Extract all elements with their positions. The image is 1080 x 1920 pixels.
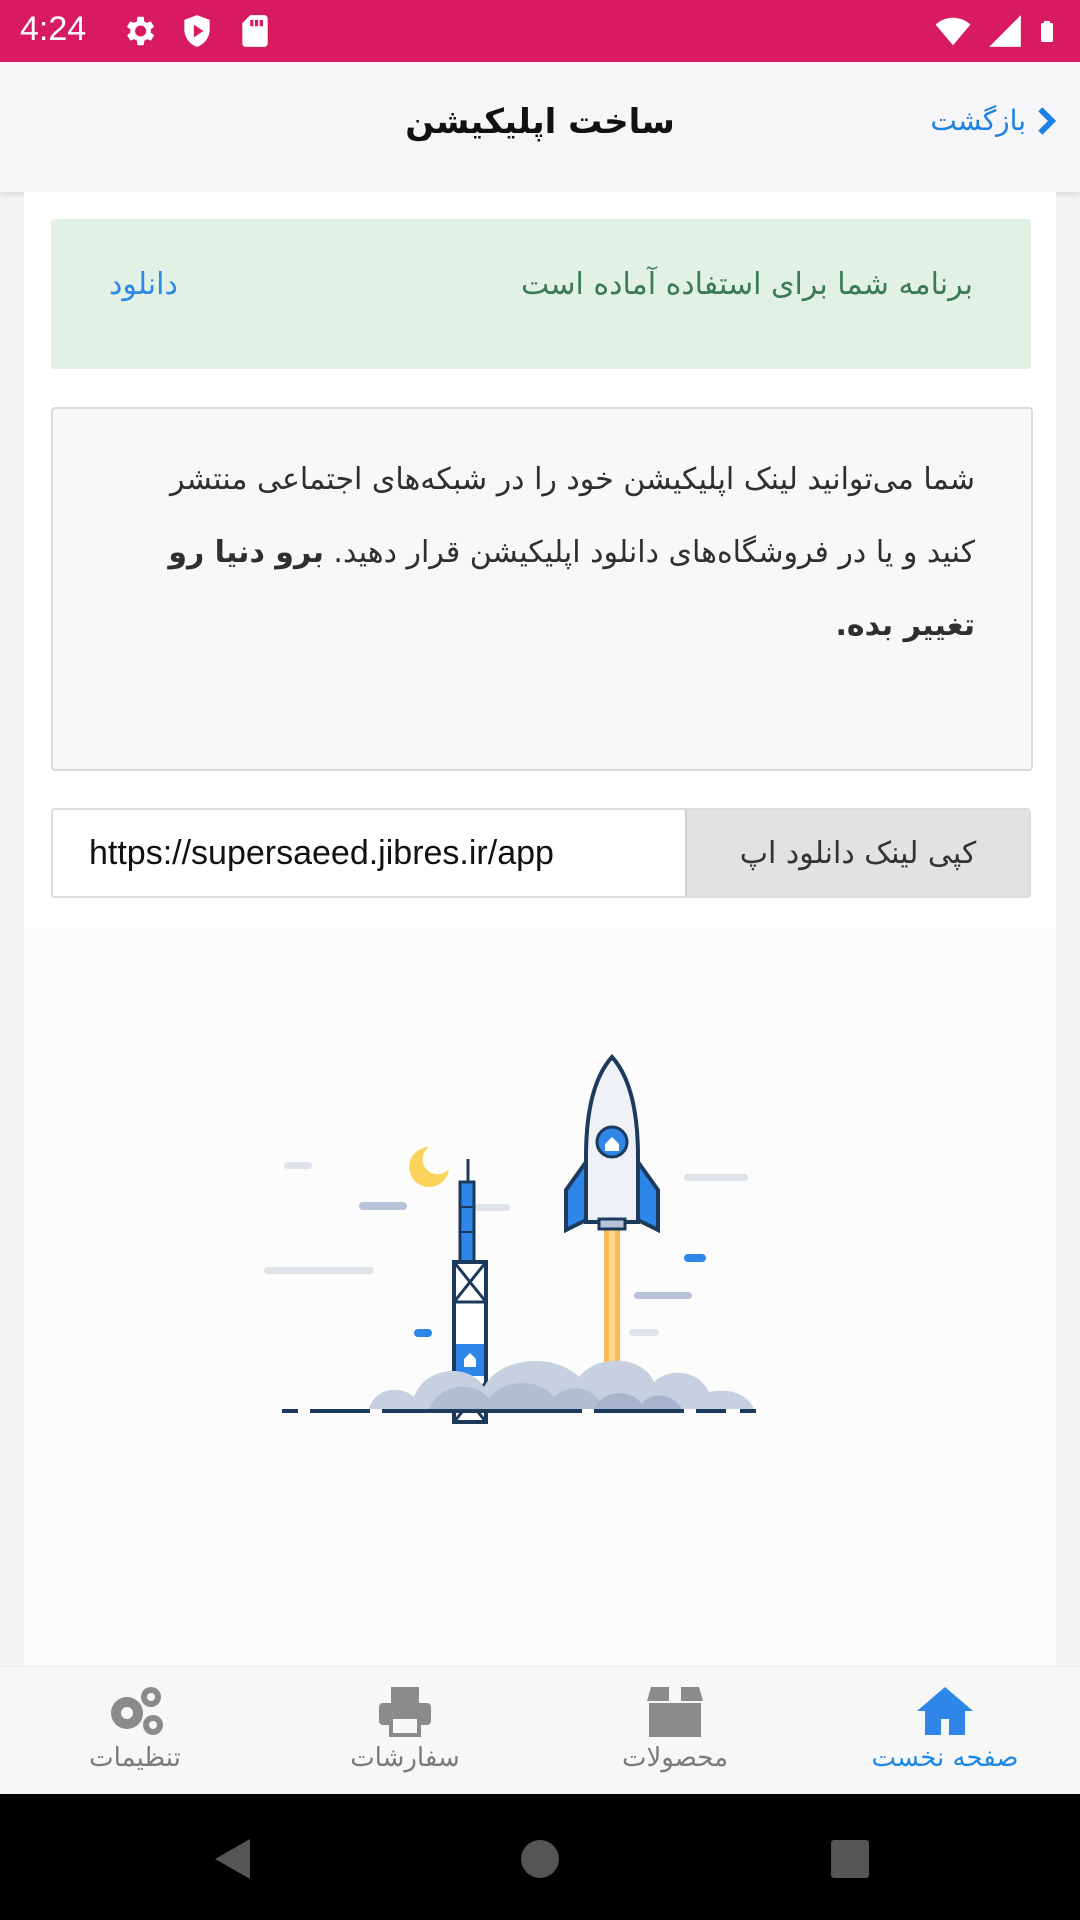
moon-icon — [409, 1147, 449, 1187]
info-text: شما می‌توانید لینک اپلیکیشن خود را در شب… — [155, 443, 975, 662]
nav-products[interactable]: محصولات — [540, 1677, 810, 1787]
status-bar: 4:24 — [0, 0, 1080, 62]
app-link-input[interactable] — [53, 810, 685, 896]
back-button[interactable]: بازگشت — [930, 104, 1058, 137]
gears-icon — [111, 1687, 163, 1735]
info-box: شما می‌توانید لینک اپلیکیشن خود را در شب… — [51, 407, 1033, 771]
page-title: ساخت اپلیکیشن — [405, 102, 675, 142]
copy-link-button[interactable]: کپی لینک دانلود اپ — [685, 810, 1029, 896]
alert-message: برنامه شما برای استفاده آماده است — [520, 267, 973, 302]
nav-settings[interactable]: تنظیمات — [0, 1677, 270, 1787]
ready-alert: برنامه شما برای استفاده آماده است دانلود — [51, 219, 1031, 369]
sd-card-icon — [242, 15, 268, 47]
home-icon — [917, 1687, 973, 1735]
content-panel: برنامه شما برای استفاده آماده است دانلود… — [24, 192, 1056, 1667]
printer-icon — [379, 1687, 431, 1737]
wifi-icon — [935, 17, 971, 46]
status-time: 4:24 — [20, 10, 87, 48]
box-icon — [647, 1687, 703, 1737]
nav-orders-label: سفارشات — [350, 1743, 460, 1773]
back-label: بازگشت — [930, 104, 1026, 137]
nav-home-label: صفحه نخست — [871, 1743, 1019, 1773]
shield-icon — [184, 15, 210, 47]
back-triangle-icon[interactable] — [200, 1824, 270, 1894]
battery-icon — [1041, 21, 1053, 42]
download-link[interactable]: دانلود — [109, 267, 178, 302]
nav-home[interactable]: صفحه نخست — [810, 1677, 1080, 1787]
bottom-nav: صفحه نخست محصولات سفارشات تنظیمات — [0, 1666, 1080, 1795]
nav-orders[interactable]: سفارشات — [270, 1677, 540, 1787]
recents-square-icon[interactable] — [815, 1824, 885, 1894]
nav-products-label: محصولات — [622, 1743, 728, 1773]
illustration-area — [24, 927, 1056, 1667]
rocket-launch-illustration — [264, 1054, 756, 1424]
signal-icon — [989, 15, 1021, 47]
app-link-group: کپی لینک دانلود اپ — [51, 808, 1031, 898]
system-nav-bar — [0, 1794, 1080, 1920]
settings-icon — [126, 16, 155, 46]
app-header: ساخت اپلیکیشن بازگشت — [0, 62, 1080, 192]
home-circle-icon[interactable] — [505, 1824, 575, 1894]
chevron-right-icon — [1038, 106, 1057, 135]
nav-settings-label: تنظیمات — [89, 1743, 181, 1773]
